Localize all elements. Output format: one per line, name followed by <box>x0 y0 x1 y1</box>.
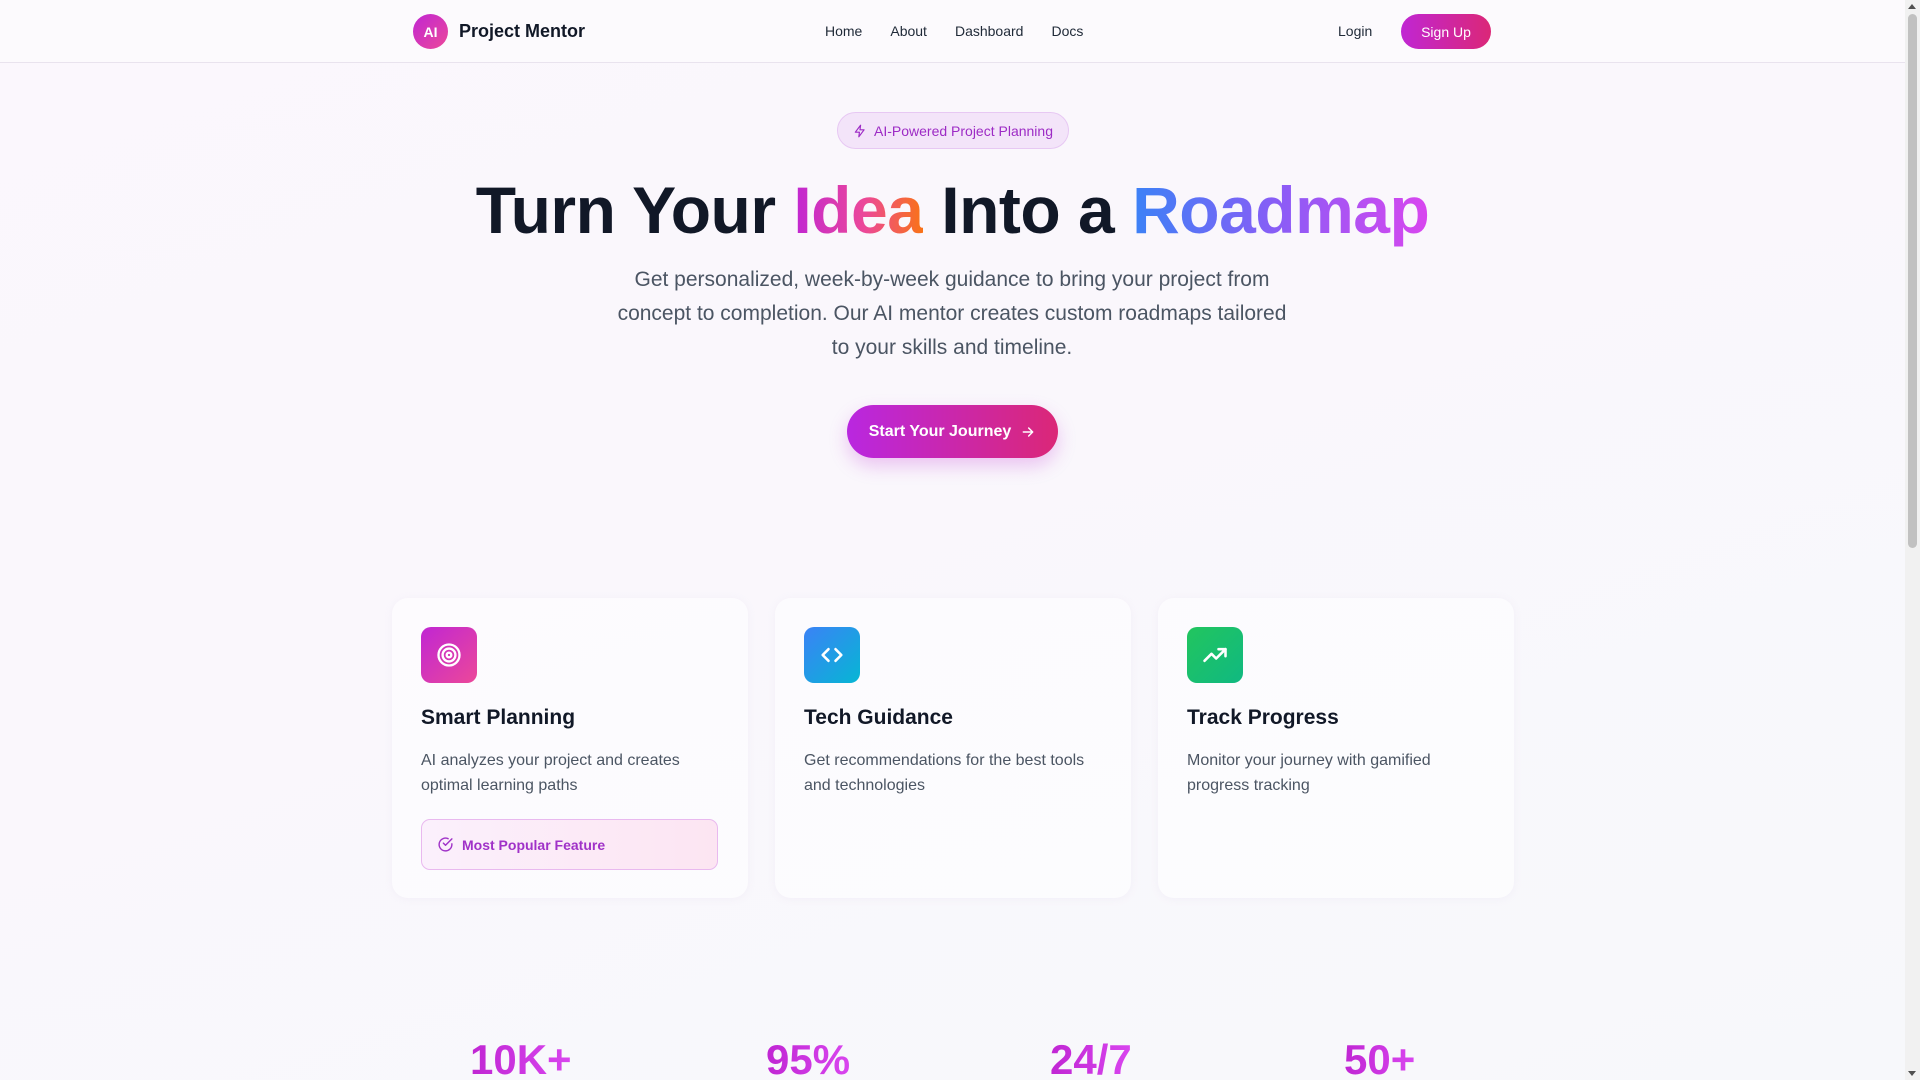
start-journey-button[interactable]: Start Your Journey <box>847 405 1058 458</box>
nav-docs-link[interactable]: Docs <box>1051 23 1083 39</box>
hero-title-part1: Turn Your <box>475 173 794 247</box>
page: AI Project Mentor Home About Dashboard D… <box>0 0 1905 1080</box>
site-header: AI Project Mentor Home About Dashboard D… <box>0 0 1905 63</box>
nav-dashboard-link[interactable]: Dashboard <box>955 23 1024 39</box>
hero-title: Turn Your Idea Into a Roadmap <box>0 172 1905 248</box>
page-scrollbar[interactable] <box>1905 0 1920 1080</box>
stat-users: 10K+ <box>470 1036 572 1080</box>
feature-title: Track Progress <box>1187 706 1339 729</box>
hero-title-part2: Into a <box>923 173 1133 247</box>
hero-title-idea: Idea <box>793 173 924 247</box>
stat-technologies: 50+ <box>1344 1036 1415 1080</box>
ai-badge: AI-Powered Project Planning <box>837 112 1069 149</box>
target-icon <box>421 627 477 683</box>
nav-home-link[interactable]: Home <box>825 23 862 39</box>
code-icon <box>804 627 860 683</box>
feature-card-track-progress: Track Progress Monitor your journey with… <box>1158 598 1514 898</box>
brand[interactable]: AI Project Mentor <box>413 14 585 49</box>
brand-name: Project Mentor <box>459 21 586 41</box>
login-link[interactable]: Login <box>1338 23 1372 39</box>
hero-subtitle: Get personalized, week-by-week guidance … <box>617 268 1287 359</box>
hero-title-roadmap: Roadmap <box>1132 173 1430 247</box>
stat-availability: 24/7 <box>1050 1036 1132 1080</box>
feature-title: Smart Planning <box>421 706 576 729</box>
feature-card-tech-guidance: Tech Guidance Get recommendations for th… <box>775 598 1131 898</box>
most-popular-badge: Most Popular Feature <box>421 819 718 870</box>
feature-description: AI analyzes your project and creates opt… <box>421 752 680 794</box>
signup-button[interactable]: Sign Up <box>1401 14 1491 49</box>
feature-description: Monitor your journey with gamified progr… <box>1187 752 1431 794</box>
arrow-right-icon <box>1022 426 1034 437</box>
check-circle-icon <box>438 837 453 852</box>
start-journey-label: Start Your Journey <box>868 422 1012 440</box>
feature-card-smart-planning: Smart Planning AI analyzes your project … <box>392 598 748 898</box>
feature-description: Get recommendations for the best tools a… <box>804 752 1085 794</box>
lightning-icon <box>854 124 865 137</box>
most-popular-label: Most Popular Feature <box>462 836 606 853</box>
brand-logo: AI <box>413 14 448 49</box>
feature-title: Tech Guidance <box>804 706 953 729</box>
ai-badge-label: AI-Powered Project Planning <box>874 122 1053 139</box>
scroll-thumb[interactable] <box>1908 14 1917 548</box>
nav-about-link[interactable]: About <box>890 23 927 39</box>
main-nav: Home About Dashboard Docs <box>825 23 1111 39</box>
stat-success-rate: 95% <box>766 1036 850 1080</box>
scroll-down-arrow[interactable] <box>1908 1071 1916 1076</box>
trending-up-icon <box>1187 627 1243 683</box>
scroll-up-arrow[interactable] <box>1908 4 1916 9</box>
